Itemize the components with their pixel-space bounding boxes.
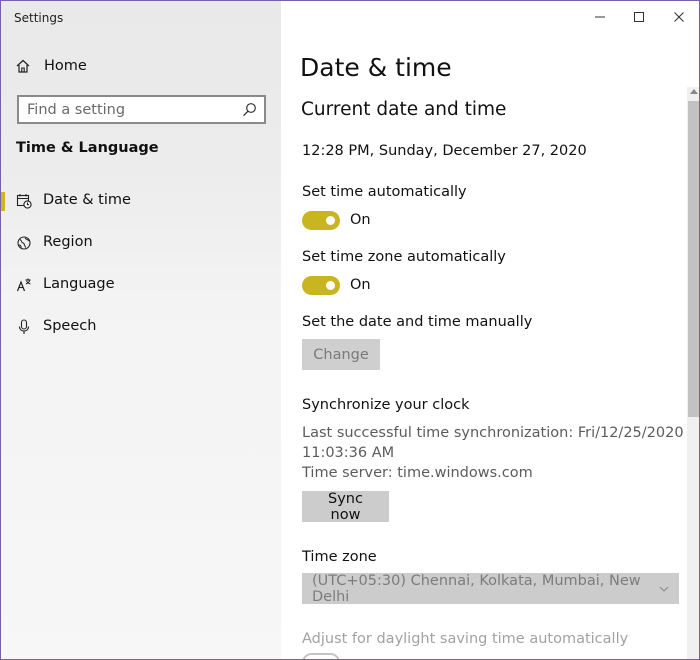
daylight-saving-label: Adjust for daylight saving time automati… <box>302 631 629 647</box>
set-zone-auto-label: Set time zone automatically <box>302 249 506 265</box>
page-title: Date & time <box>300 53 452 82</box>
time-zone-select[interactable]: (UTC+05:30) Chennai, Kolkata, Mumbai, Ne… <box>302 572 679 605</box>
toggle-state: On <box>350 212 371 228</box>
minimize-icon <box>595 16 605 18</box>
last-sync-line1: Last successful time synchronization: Fr… <box>302 425 684 441</box>
sidebar-item-date-time[interactable]: Date & time <box>1 183 281 219</box>
section-title: Time & Language <box>16 140 159 156</box>
microphone-icon <box>16 319 32 335</box>
language-icon <box>16 277 32 293</box>
search-input[interactable] <box>27 101 232 118</box>
search-icon[interactable] <box>242 102 257 117</box>
sidebar-item-label: Region <box>43 234 93 250</box>
calendar-clock-icon <box>16 193 32 209</box>
active-indicator <box>1 192 5 211</box>
search-box[interactable] <box>17 95 266 124</box>
app-title: Settings <box>14 11 64 25</box>
sidebar: Settings Home Time & Language <box>1 1 281 659</box>
set-time-auto-toggle[interactable] <box>302 210 340 230</box>
sidebar-item-label: Language <box>43 276 115 292</box>
last-sync-line2: 11:03:36 AM <box>302 445 395 461</box>
time-zone-value: (UTC+05:30) Chennai, Kolkata, Mumbai, Ne… <box>312 572 641 605</box>
current-date-heading: Current date and time <box>301 99 507 120</box>
home-icon <box>15 58 31 74</box>
scrollbar[interactable] <box>687 87 699 659</box>
set-zone-auto-toggle[interactable] <box>302 275 340 295</box>
set-time-auto-row: On <box>302 210 371 230</box>
toggle-knob <box>326 280 335 290</box>
set-time-auto-label: Set time automatically <box>302 184 467 200</box>
change-button[interactable]: Change <box>302 339 380 370</box>
sync-heading: Synchronize your clock <box>302 397 470 413</box>
home-label: Home <box>44 58 87 74</box>
main-content: Date & time Current date and time 12:28 … <box>281 1 699 659</box>
settings-window: Settings Home Time & Language <box>0 0 700 660</box>
maximize-icon <box>634 12 644 22</box>
sidebar-item-label: Speech <box>43 318 97 334</box>
current-datetime: 12:28 PM, Sunday, December 27, 2020 <box>302 143 587 159</box>
sync-now-button[interactable]: Sync now <box>302 491 389 523</box>
manual-set-label: Set the date and time manually <box>302 314 533 330</box>
maximize-button[interactable] <box>628 7 650 27</box>
close-button[interactable] <box>668 7 690 27</box>
scrollbar-thumb[interactable] <box>688 101 699 417</box>
home-nav-item[interactable]: Home <box>15 55 87 77</box>
chevron-down-icon <box>659 586 669 592</box>
time-zone-label: Time zone <box>302 549 377 565</box>
globe-icon <box>16 235 32 251</box>
daylight-saving-toggle[interactable] <box>302 653 340 659</box>
time-server: Time server: time.windows.com <box>302 465 533 481</box>
set-zone-auto-row: On <box>302 275 371 295</box>
toggle-state: On <box>350 277 371 293</box>
sidebar-item-region[interactable]: Region <box>1 225 281 261</box>
sidebar-item-label: Date & time <box>43 192 131 208</box>
sidebar-item-language[interactable]: Language <box>1 267 281 303</box>
minimize-button[interactable] <box>589 7 611 27</box>
close-icon <box>674 12 684 22</box>
toggle-knob <box>326 215 335 225</box>
scroll-up-icon[interactable] <box>690 89 698 94</box>
sidebar-item-speech[interactable]: Speech <box>1 309 281 345</box>
